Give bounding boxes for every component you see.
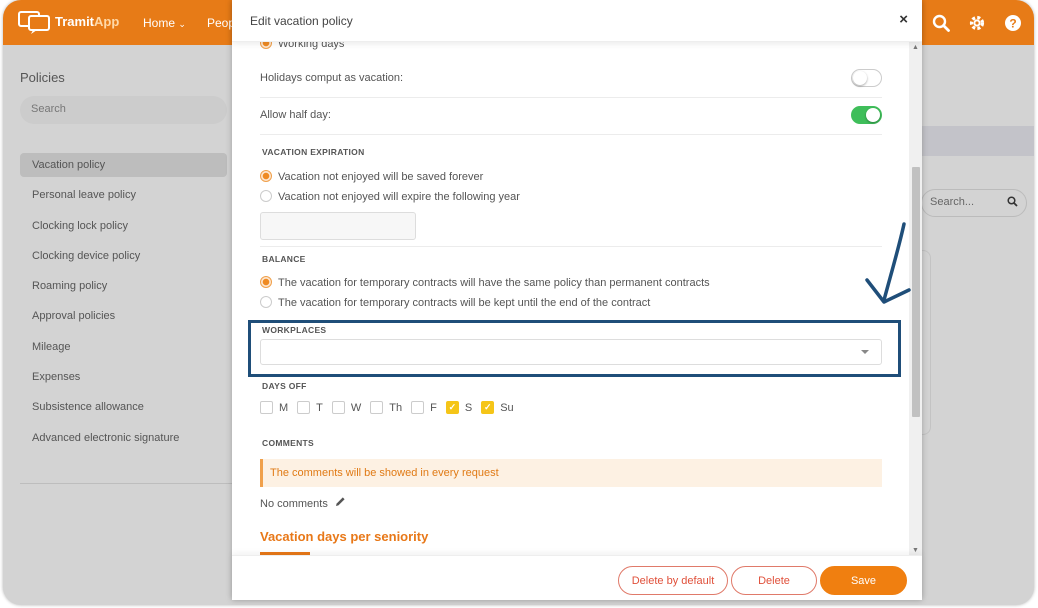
expiration-option-following-year[interactable]: Vacation not enjoyed will expire the fol… [260,190,882,203]
seniority-section-title: Vacation days per seniority [260,529,429,544]
no-comments-label: No comments [260,498,328,510]
scroll-up-icon[interactable]: ▲ [912,44,919,51]
half-day-toggle[interactable] [851,106,882,124]
expiration-date-input[interactable] [260,212,416,240]
sidebar-item-clocking-lock-policy[interactable]: Clocking lock policy [20,214,227,238]
day-label-friday: F [430,401,437,414]
working-days-label: Working days [278,42,345,50]
svg-text:?: ? [1009,16,1016,30]
vacation-expiration-heading: VACATION EXPIRATION [262,147,365,157]
half-day-label: Allow half day: [260,109,331,121]
check-icon: ✓ [483,402,492,412]
sidebar-item-roaming-policy[interactable]: Roaming policy [20,274,227,298]
checkbox-thursday[interactable] [370,401,384,414]
no-comments-row: No comments [260,496,346,510]
divider [260,246,882,247]
sidebar-divider [20,483,233,484]
app-window: TramitApp Home ⌄ Peop ? Policies Search … [3,0,1034,605]
expiration-option-forever[interactable]: Vacation not enjoyed will be saved forev… [260,170,882,183]
radio-forever[interactable] [260,170,272,182]
checkbox-friday[interactable] [411,401,425,414]
search-icon [1007,196,1018,210]
sidebar-item-personal-leave-policy[interactable]: Personal leave policy [20,183,227,207]
days-off-heading: DAYS OFF [262,381,307,391]
checkbox-wednesday[interactable] [331,401,345,414]
save-button[interactable]: Save [820,566,907,595]
checkbox-monday[interactable] [260,401,273,414]
radio-kept-until-end[interactable] [260,296,272,308]
sidebar-item-expenses[interactable]: Expenses [20,365,227,389]
modal-footer: Delete by default Delete Save [232,555,922,600]
gear-icon[interactable] [966,12,988,34]
day-label-saturday: S [464,401,473,414]
background-search-input[interactable]: Search... [921,189,1027,217]
highlight-annotation [248,320,901,377]
sidebar-list: Vacation policy Personal leave policy Cl… [20,153,227,456]
balance-kept-until-end-label: The vacation for temporary contracts wil… [278,297,651,309]
expiration-following-year-label: Vacation not enjoyed will expire the fol… [278,191,520,203]
pencil-icon[interactable] [335,497,346,510]
logo-icon [18,11,50,34]
chevron-down-icon: ⌄ [178,19,186,29]
modal-header: Edit vacation policy × [232,0,922,42]
checkbox-tuesday[interactable] [297,401,311,414]
expiration-forever-label: Vacation not enjoyed will be saved forev… [278,171,484,183]
close-icon[interactable]: × [899,11,908,28]
logo-text: TramitApp [55,13,120,29]
day-label-tuesday: T [316,401,323,414]
delete-by-default-button[interactable]: Delete by default [618,566,728,595]
policies-sidebar: Policies Search Vacation policy Personal… [3,45,238,605]
app-logo[interactable]: TramitApp [17,8,119,34]
days-off-checkboxes: M T W Th F ✓ S ✓ Su [260,401,523,414]
sidebar-item-mileage[interactable]: Mileage [20,335,227,359]
sidebar-item-vacation-policy[interactable]: Vacation policy [20,153,227,177]
scroll-down-icon[interactable]: ▼ [912,547,919,554]
sidebar-item-clocking-device-policy[interactable]: Clocking device policy [20,244,227,268]
day-label-monday: M [279,401,289,414]
sidebar-search-input[interactable]: Search [20,96,227,124]
day-label-sunday: Su [500,401,514,414]
background-header-strip [921,126,1034,156]
search-icon[interactable] [930,12,952,34]
help-icon[interactable]: ? [1002,12,1024,34]
balance-heading: BALANCE [262,254,306,264]
radio-same-policy[interactable] [260,276,272,288]
working-days-option[interactable]: Working days [260,42,882,50]
comments-notice: The comments will be showed in every req… [260,459,882,487]
delete-button[interactable]: Delete [731,566,817,595]
working-days-radio[interactable] [260,42,272,49]
holidays-label: Holidays comput as vacation: [260,72,404,84]
day-label-wednesday: W [350,401,362,414]
check-icon: ✓ [448,402,457,412]
half-day-row: Allow half day: [260,98,882,135]
balance-option-kept-until-end[interactable]: The vacation for temporary contracts wil… [260,296,882,309]
checkbox-sunday[interactable]: ✓ [481,401,495,414]
radio-following-year[interactable] [260,190,272,202]
annotation-arrow-icon [865,222,911,304]
holidays-toggle[interactable] [851,69,882,87]
sidebar-title: Policies [20,70,65,85]
nav-people[interactable]: Peop [207,16,235,30]
modal-body: Working days Holidays comput as vacation… [232,42,908,555]
checkbox-saturday[interactable]: ✓ [445,401,459,414]
balance-same-policy-label: The vacation for temporary contracts wil… [278,277,710,289]
balance-option-same-policy[interactable]: The vacation for temporary contracts wil… [260,276,882,289]
background-panel [921,250,931,435]
day-label-thursday: Th [389,401,403,414]
nav-home[interactable]: Home ⌄ [143,16,186,30]
toggle-knob [866,108,880,122]
sidebar-item-advanced-electronic-signature[interactable]: Advanced electronic signature [20,426,227,450]
holidays-row: Holidays comput as vacation: [260,61,882,98]
modal-title: Edit vacation policy [250,14,353,28]
edit-vacation-policy-modal: Edit vacation policy × Working days Holi… [232,0,922,600]
sidebar-item-approval-policies[interactable]: Approval policies [20,304,227,328]
scroll-thumb[interactable] [912,167,920,417]
toggle-knob [853,71,867,85]
comments-heading: COMMENTS [262,438,314,448]
top-icons: ? [930,0,1034,45]
sidebar-item-subsistence-allowance[interactable]: Subsistence allowance [20,395,227,419]
